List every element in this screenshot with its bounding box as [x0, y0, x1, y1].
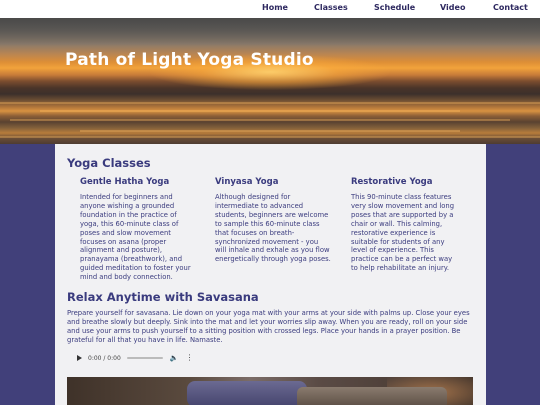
volume-icon[interactable]: 🔈 [170, 354, 179, 362]
main-content: Yoga Classes Gentle Hatha Yoga Intended … [55, 144, 486, 405]
play-icon[interactable] [77, 355, 82, 361]
class-description-gentle-hatha: Intended for beginners and anyone wishin… [80, 193, 191, 282]
nav-link-classes[interactable]: Classes [314, 3, 348, 12]
class-title-gentle-hatha: Gentle Hatha Yoga [80, 177, 170, 187]
class-title-restorative: Restorative Yoga [351, 177, 433, 187]
class-description-restorative: This 90-minute class features very slow … [351, 193, 455, 273]
top-navigation: Home Classes Schedule Video Contact [0, 0, 540, 18]
sunset-banner: Path of Light Yoga Studio [0, 18, 540, 144]
nav-link-home[interactable]: Home [262, 3, 288, 12]
nav-link-schedule[interactable]: Schedule [374, 3, 415, 12]
class-title-vinyasa: Vinyasa Yoga [215, 177, 279, 187]
audio-time: 0:00 / 0:00 [88, 354, 121, 362]
savasana-photo [67, 377, 473, 405]
photo-cushion [187, 381, 307, 405]
class-description-vinyasa: Although designed for intermediate to ad… [215, 193, 331, 264]
yoga-classes-heading: Yoga Classes [67, 156, 151, 170]
savasana-description: Prepare yourself for savasana. Lie down … [67, 309, 470, 344]
water-ripple [10, 119, 510, 121]
water-ripple [0, 102, 540, 104]
water-ripple [0, 136, 540, 138]
audio-progress-slider[interactable] [126, 357, 163, 359]
more-options-icon[interactable]: ⋮ [186, 354, 194, 362]
nav-link-contact[interactable]: Contact [493, 3, 528, 12]
audio-player[interactable]: 0:00 / 0:00 🔈 ⋮ [75, 349, 195, 367]
savasana-heading: Relax Anytime with Savasana [67, 290, 259, 304]
nav-link-video[interactable]: Video [440, 3, 465, 12]
water-ripple [80, 130, 460, 132]
site-title: Path of Light Yoga Studio [65, 50, 314, 70]
banner-clouds [0, 18, 540, 46]
photo-mat [297, 387, 447, 405]
water-ripple [40, 110, 460, 112]
